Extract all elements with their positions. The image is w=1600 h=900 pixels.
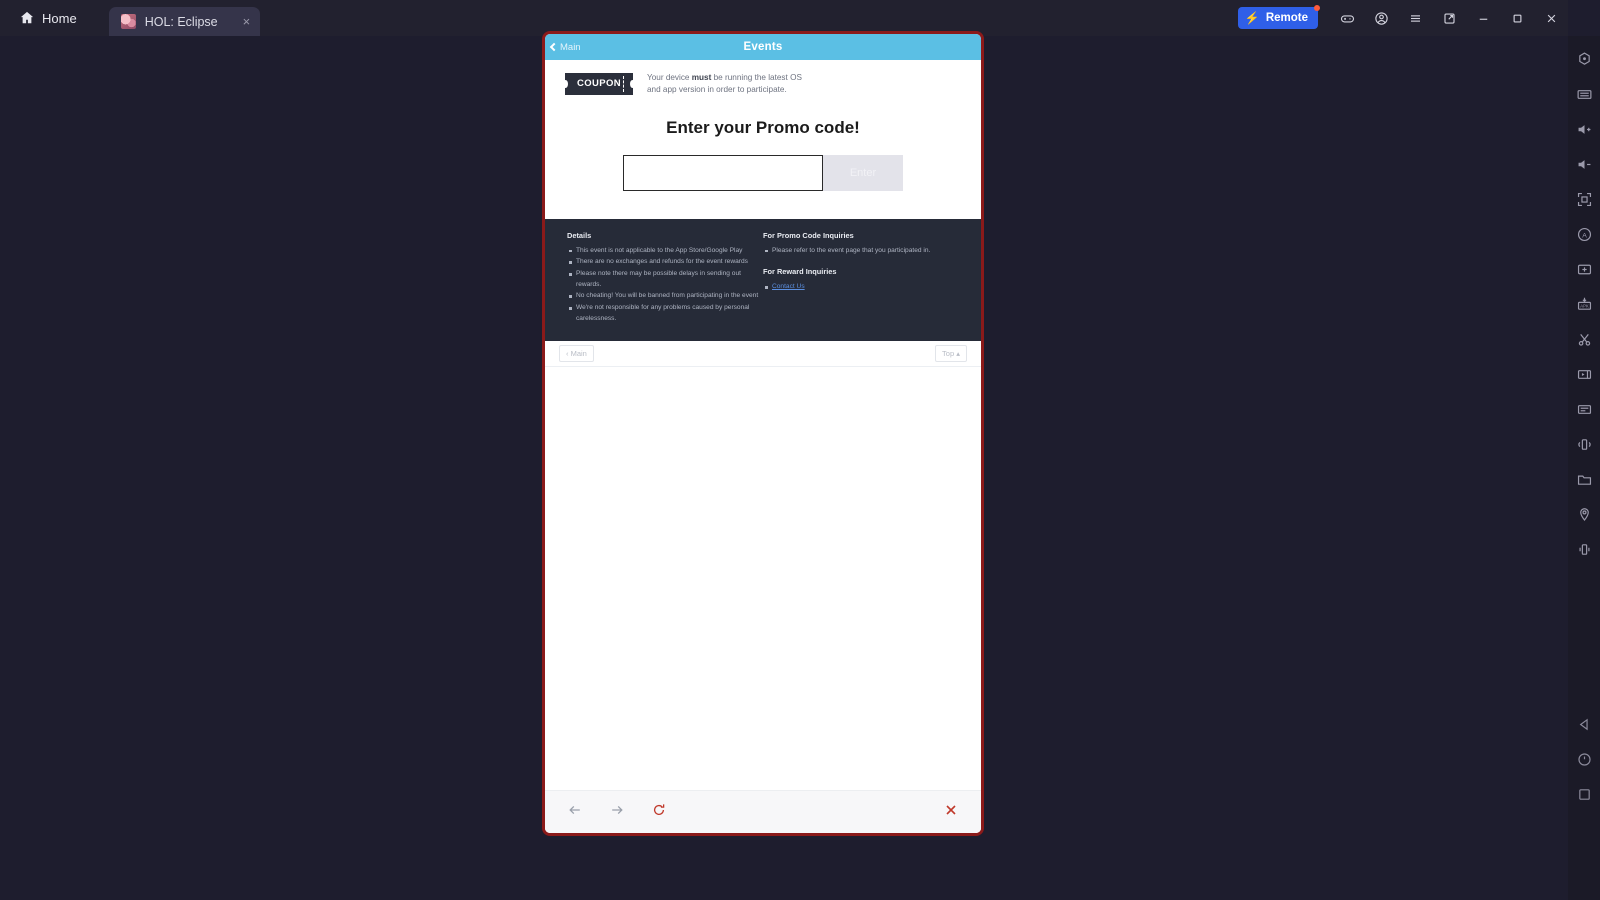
- coupon-badge-label: COUPON: [576, 78, 622, 90]
- keyboard-icon[interactable]: [1568, 77, 1600, 112]
- coupon-perforation: [623, 75, 624, 92]
- lightning-bolt-icon: ⚡: [1244, 11, 1260, 25]
- shake-icon[interactable]: [1568, 427, 1600, 462]
- menu-icon[interactable]: [1398, 0, 1432, 36]
- remote-button[interactable]: ⚡ Remote: [1237, 5, 1320, 29]
- back-arrow-icon[interactable]: [567, 802, 583, 823]
- promo-submit-button[interactable]: Enter: [823, 154, 903, 191]
- maximize-icon[interactable]: [1500, 0, 1534, 36]
- in-app-browser-bar: [545, 790, 981, 833]
- emulator-window: Home HOL: Eclipse × ⚡ Remote A APK Main …: [0, 0, 1600, 900]
- notice-line1-post: be running the latest OS: [711, 73, 802, 82]
- android-back-icon[interactable]: [1568, 707, 1600, 742]
- tab-label: HOL: Eclipse: [144, 14, 218, 29]
- account-icon[interactable]: [1364, 0, 1398, 36]
- event-header: Main Events: [545, 34, 981, 60]
- svg-text:A: A: [1582, 232, 1587, 239]
- home-tab[interactable]: Home: [0, 0, 95, 36]
- list-item: There are no exchanges and refunds for t…: [567, 257, 763, 268]
- coupon-badge: COUPON: [565, 72, 633, 95]
- event-content: COUPON Your device must be running the l…: [545, 60, 981, 833]
- list-item: Please note there may be possible delays…: [567, 269, 763, 290]
- close-icon[interactable]: [1534, 0, 1568, 36]
- close-icon[interactable]: [943, 802, 959, 823]
- gamepad-icon[interactable]: [1330, 0, 1364, 36]
- minimize-icon[interactable]: [1466, 0, 1500, 36]
- volume-down-icon[interactable]: [1568, 147, 1600, 182]
- page-title: Events: [743, 41, 783, 53]
- list-item: We're not responsible for any problems c…: [567, 303, 763, 324]
- promo-heading: Enter your Promo code!: [666, 117, 860, 137]
- forward-arrow-icon[interactable]: [609, 802, 625, 823]
- details-right-column: For Promo Code Inquiries Please refer to…: [763, 231, 959, 326]
- screenshot-gallery-icon[interactable]: [1568, 252, 1600, 287]
- notice-line1-pre: Your device: [647, 73, 692, 82]
- title-bar-controls: ⚡ Remote: [1237, 0, 1568, 36]
- promo-form: Enter: [545, 154, 981, 191]
- volume-up-icon[interactable]: [1568, 112, 1600, 147]
- svg-text:APK: APK: [1580, 304, 1589, 309]
- coupon-notice-text: Your device must be running the latest O…: [647, 72, 802, 96]
- list-item: No cheating! You will be banned from par…: [567, 291, 763, 302]
- video-record-icon[interactable]: [1568, 357, 1600, 392]
- install-apk-icon[interactable]: APK: [1568, 287, 1600, 322]
- contact-us-link[interactable]: Contact Us: [772, 283, 805, 290]
- remote-notification-badge: [1314, 5, 1320, 11]
- reward-inquiries-heading: For Reward Inquiries: [763, 267, 837, 277]
- fullscreen-icon[interactable]: [1568, 182, 1600, 217]
- page-footer: ‹ Main Top ▴: [545, 341, 981, 368]
- details-section: Details This event is not applicable to …: [545, 218, 981, 342]
- remote-button-label: Remote: [1265, 12, 1308, 24]
- folder-icon[interactable]: [1568, 462, 1600, 497]
- tab-close-icon[interactable]: ×: [243, 15, 251, 28]
- macro-recorder-icon[interactable]: [1568, 392, 1600, 427]
- multi-instance-icon[interactable]: [1568, 42, 1600, 77]
- footer-main-button[interactable]: ‹ Main: [559, 345, 594, 363]
- promo-code-input[interactable]: [623, 154, 823, 191]
- app-thumbnail-icon: [120, 14, 136, 29]
- details-heading: Details: [567, 230, 592, 240]
- footer-top-button[interactable]: Top ▴: [935, 345, 967, 363]
- new-window-icon[interactable]: [1432, 0, 1466, 36]
- list-item: This event is not applicable to the App …: [567, 246, 763, 257]
- coupon-notice: COUPON Your device must be running the l…: [545, 60, 981, 96]
- details-left-column: Details This event is not applicable to …: [567, 231, 763, 326]
- scissors-icon[interactable]: [1568, 322, 1600, 357]
- notice-line2: and app version in order to participate.: [647, 84, 787, 94]
- list-item: Please refer to the event page that you …: [763, 246, 959, 257]
- vibrate-icon[interactable]: [1568, 532, 1600, 567]
- android-recents-icon[interactable]: [1568, 777, 1600, 812]
- tab-hol-eclipse[interactable]: HOL: Eclipse ×: [108, 7, 261, 36]
- phone-screen: Main Events COUPON Your device must be r…: [542, 31, 984, 836]
- location-icon[interactable]: [1568, 497, 1600, 532]
- home-tab-label: Home: [42, 10, 77, 26]
- auto-rotate-icon[interactable]: A: [1568, 217, 1600, 252]
- reload-icon[interactable]: [651, 802, 667, 823]
- emulator-sidebar: A APK: [1568, 36, 1600, 900]
- home-icon: [20, 11, 34, 24]
- notice-line1-bold: must: [691, 73, 712, 82]
- list-item: Contact Us: [763, 282, 959, 293]
- promo-inquiries-heading: For Promo Code Inquiries: [763, 230, 854, 240]
- android-home-icon[interactable]: [1568, 742, 1600, 777]
